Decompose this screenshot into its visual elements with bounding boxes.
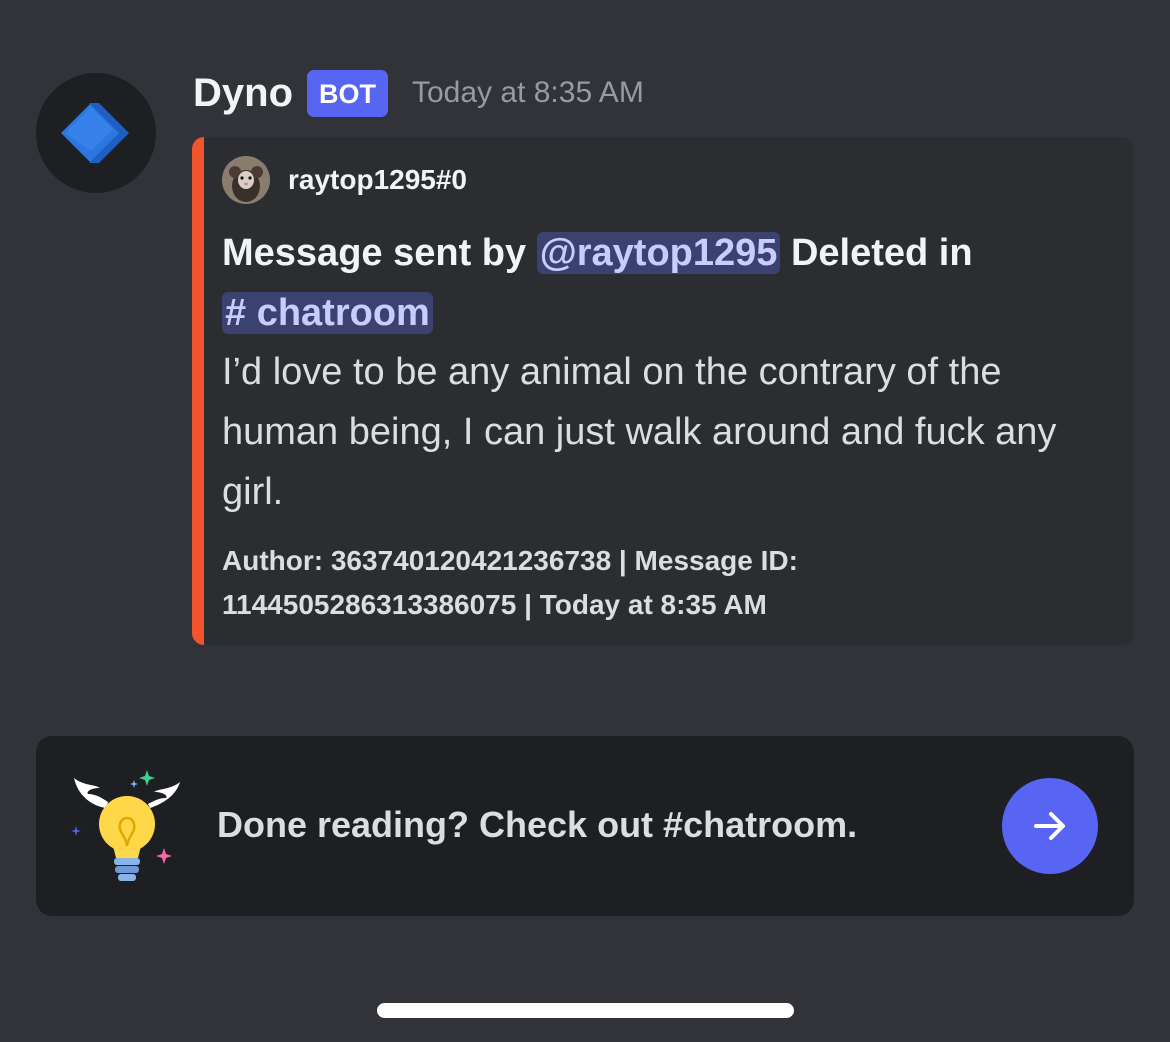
footer-line-1: Author: 363740120421236738 | Message ID: (222, 545, 798, 576)
go-to-channel-button[interactable] (1002, 778, 1098, 874)
embed-footer: Author: 363740120421236738 | Message ID:… (222, 539, 1102, 627)
message-header: Dyno BOT Today at 8:35 AM (193, 68, 644, 118)
bot-tag: BOT (307, 69, 388, 117)
home-indicator[interactable] (377, 1003, 794, 1018)
embed-card: raytop1295#0 Message sent by @raytop1295… (192, 137, 1134, 645)
channel-mention[interactable]: # chatroom (222, 292, 433, 334)
title-prefix: Message sent by (222, 232, 537, 274)
bot-avatar[interactable] (36, 73, 156, 193)
embed-author[interactable]: raytop1295#0 (222, 155, 467, 205)
embed-title: Message sent by @raytop1295 Deleted in # … (222, 223, 1102, 343)
dyno-logo-icon (61, 103, 129, 163)
footer-line-2: 1144505286313386075 | Today at 8:35 AM (222, 589, 767, 620)
winged-lightbulb-icon (71, 770, 180, 881)
rat-avatar-icon (222, 156, 270, 204)
user-mention[interactable]: @raytop1295 (536, 232, 781, 274)
author-avatar[interactable] (222, 156, 270, 204)
embed-author-name[interactable]: raytop1295#0 (288, 164, 467, 196)
done-reading-banner[interactable]: Done reading? Check out #chatroom. (36, 736, 1134, 916)
embed-description: I’d love to be any animal on the contrar… (222, 351, 1057, 513)
arrow-right-icon (1034, 812, 1065, 840)
done-reading-text: Done reading? Check out #chatroom. (217, 804, 858, 845)
title-middle: Deleted in (780, 232, 973, 274)
embed-accent-bar (192, 137, 204, 645)
username[interactable]: Dyno (193, 71, 293, 116)
message-timestamp: Today at 8:35 AM (412, 76, 644, 109)
